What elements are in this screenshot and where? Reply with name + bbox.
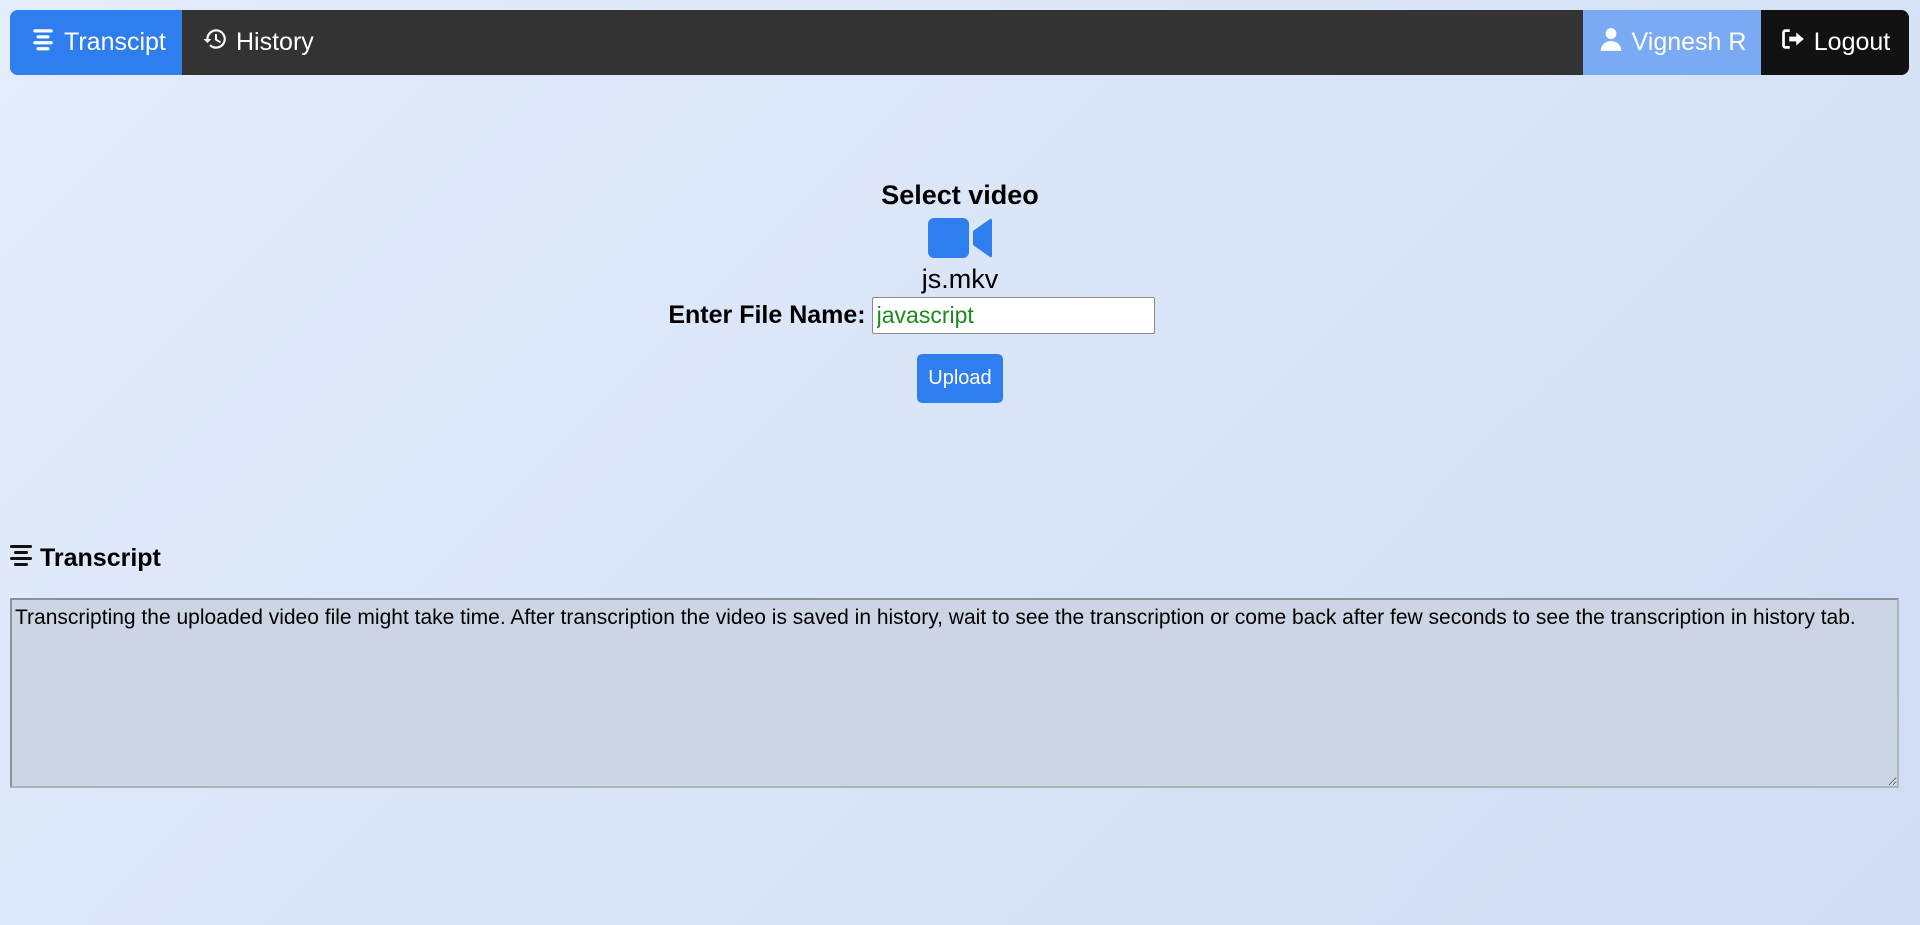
nav-transcript-label: Transcipt [64, 28, 166, 56]
nav-history-label: History [236, 28, 314, 56]
align-center-icon [30, 26, 56, 59]
file-name-input[interactable] [871, 296, 1155, 334]
nav-transcript-tab[interactable]: Transcipt [10, 10, 182, 75]
nav-logout-button[interactable]: Logout [1761, 10, 1909, 75]
nav-user-button[interactable]: Vignesh R [1583, 10, 1761, 75]
user-icon [1598, 26, 1624, 59]
upload-section: Select video js.mkv Enter File Name: Upl… [0, 178, 1920, 403]
transcript-heading-label: Transcript [40, 544, 161, 572]
logout-icon [1780, 26, 1806, 59]
transcript-textarea[interactable]: Transcripting the uploaded video file mi… [10, 598, 1899, 788]
select-video-title: Select video [881, 180, 1039, 210]
nav-history-tab[interactable]: History [182, 10, 332, 75]
history-icon [202, 26, 228, 59]
video-camera-icon[interactable] [928, 216, 992, 260]
selected-file-name: js.mkv [921, 264, 999, 294]
upload-button[interactable]: Upload [917, 354, 1003, 403]
top-navbar: Transcipt History Vignesh R Logout [10, 10, 1909, 75]
file-name-label: Enter File Name: [668, 300, 866, 329]
nav-user-label: Vignesh R [1631, 28, 1747, 56]
transcript-heading: Transcript [10, 543, 161, 574]
nav-logout-label: Logout [1813, 28, 1891, 56]
align-center-icon [10, 543, 32, 574]
file-name-row: Enter File Name: [668, 296, 1155, 334]
